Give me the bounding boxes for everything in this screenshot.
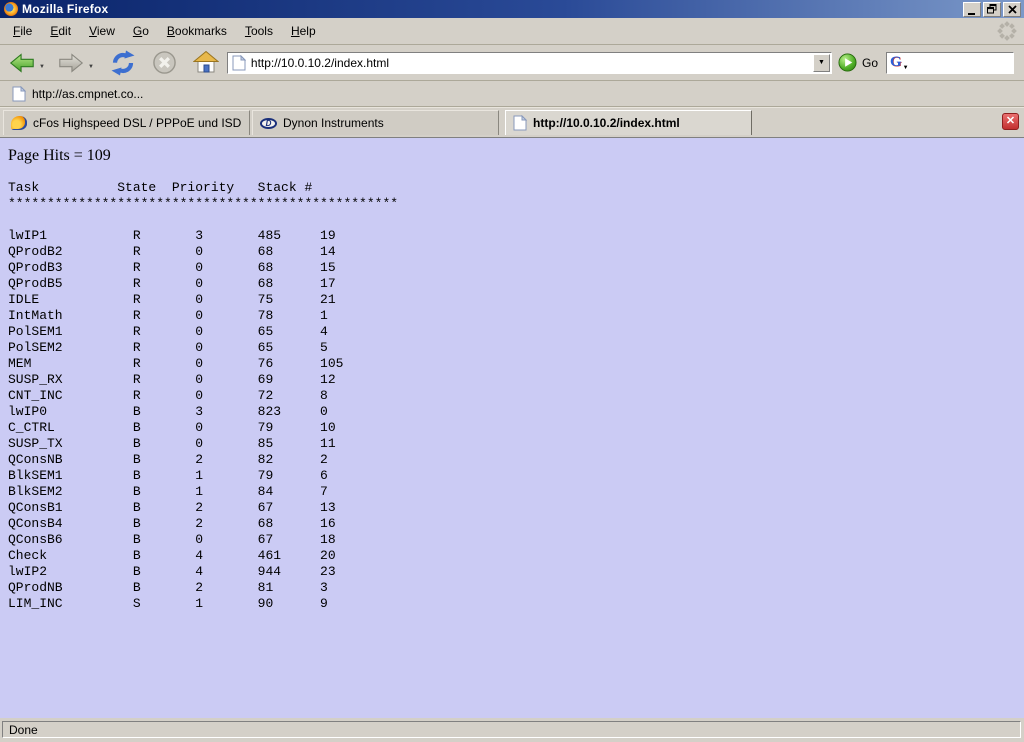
page-content: Page Hits = 109 Task State Priority Stac… xyxy=(0,137,1024,718)
home-button[interactable] xyxy=(191,48,221,77)
titlebar: Mozilla Firefox xyxy=(0,0,1024,18)
stop-button[interactable] xyxy=(150,48,179,77)
bookmark-item[interactable]: http://as.cmpnet.co... xyxy=(8,84,147,104)
back-button[interactable] xyxy=(6,49,38,77)
url-input[interactable] xyxy=(251,56,813,70)
dynon-favicon-icon: D xyxy=(260,118,277,129)
close-window-button[interactable] xyxy=(1003,2,1021,17)
menu-tools[interactable]: Tools xyxy=(236,20,282,42)
forward-dropdown-icon[interactable]: ▼ xyxy=(88,64,94,70)
throbber-icon xyxy=(996,20,1018,47)
tab-dynon[interactable]: D Dynon Instruments xyxy=(252,110,499,135)
cfos-favicon-icon xyxy=(11,116,27,130)
restore-button[interactable] xyxy=(983,2,1001,17)
close-tab-button[interactable]: ✕ xyxy=(1002,113,1019,130)
location-bar[interactable]: ▼ xyxy=(227,52,832,74)
menu-help[interactable]: Help xyxy=(282,20,325,42)
bookmarks-toolbar: http://as.cmpnet.co... xyxy=(0,81,1024,107)
bookmark-label: http://as.cmpnet.co... xyxy=(32,87,143,101)
firefox-window: Mozilla Firefox File Edit View Go Bookma… xyxy=(0,0,1024,742)
url-dropdown-button[interactable]: ▼ xyxy=(813,54,830,72)
firefox-logo-icon xyxy=(4,2,18,16)
forward-button[interactable] xyxy=(55,49,87,77)
go-button[interactable]: Go xyxy=(862,56,878,70)
menu-bookmarks[interactable]: Bookmarks xyxy=(158,20,236,42)
search-input[interactable] xyxy=(909,56,1024,70)
page-icon xyxy=(232,55,246,71)
search-box[interactable]: G ▼ xyxy=(886,52,1014,74)
task-table: Task State Priority Stack # ************… xyxy=(8,180,1016,612)
tab-cfos[interactable]: cFos Highspeed DSL / PPPoE und ISDN CAP.… xyxy=(3,110,250,135)
menubar: File Edit View Go Bookmarks Tools Help xyxy=(0,18,1024,45)
reload-button[interactable] xyxy=(108,48,138,78)
minimize-button[interactable] xyxy=(963,2,981,17)
tab-bar: cFos Highspeed DSL / PPPoE und ISDN CAP.… xyxy=(0,107,1024,137)
status-text: Done xyxy=(9,723,38,737)
menu-view[interactable]: View xyxy=(80,20,124,42)
menu-go[interactable]: Go xyxy=(124,20,158,42)
tab-index-html[interactable]: http://10.0.10.2/index.html xyxy=(505,110,752,135)
status-bar: Done xyxy=(0,718,1024,742)
menu-edit[interactable]: Edit xyxy=(41,20,80,42)
page-icon xyxy=(12,86,26,102)
navigation-toolbar: ▼ ▼ xyxy=(0,45,1024,81)
window-title: Mozilla Firefox xyxy=(22,2,108,16)
google-engine-icon[interactable]: G xyxy=(890,55,902,70)
page-icon xyxy=(513,115,527,131)
page-hits-text: Page Hits = 109 xyxy=(8,147,1016,165)
back-dropdown-icon[interactable]: ▼ xyxy=(39,64,45,70)
go-icon[interactable] xyxy=(838,53,857,72)
menu-file[interactable]: File xyxy=(4,20,41,42)
